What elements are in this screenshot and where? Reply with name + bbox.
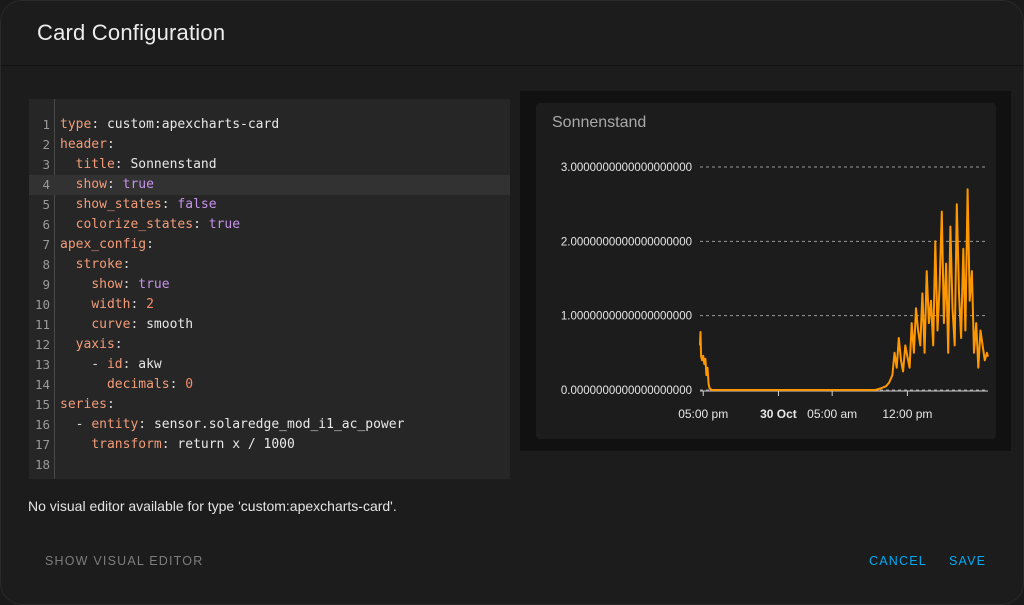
show-visual-editor-button[interactable]: SHOW VISUAL EDITOR [45, 554, 203, 568]
line-number: 15 [34, 397, 50, 412]
code-line[interactable]: 5 show_states: false [29, 195, 510, 215]
code-text[interactable]: show_states: false [60, 195, 217, 215]
apexcharts-card-preview: Sonnenstand 3.0000000000000000000 2.00000… [536, 103, 996, 439]
code-text[interactable]: show: true [60, 175, 154, 195]
code-line[interactable]: 13 - id: akw [29, 355, 510, 375]
line-number: 12 [34, 337, 50, 352]
line-number: 5 [42, 197, 50, 212]
code-line[interactable]: 14 decimals: 0 [29, 375, 510, 395]
code-line[interactable]: 12 yaxis: [29, 335, 510, 355]
code-text[interactable]: - entity: sensor.solaredge_mod_i1_ac_pow… [60, 415, 405, 435]
x-tick-label: 12:00 pm [882, 407, 932, 421]
line-number: 14 [34, 377, 50, 392]
code-text[interactable]: transform: return x / 1000 [60, 435, 295, 455]
code-text[interactable]: header: [60, 135, 115, 155]
code-text[interactable]: apex_config: [60, 235, 154, 255]
card-configuration-dialog: Card Configuration 1 type: custom:apexcha… [0, 0, 1024, 605]
line-number: 18 [34, 457, 50, 472]
code-text[interactable]: yaxis: [60, 335, 123, 355]
code-line[interactable]: 8 stroke: [29, 255, 510, 275]
line-number: 11 [34, 317, 50, 332]
code-text[interactable]: decimals: 0 [60, 375, 193, 395]
line-number: 16 [34, 417, 50, 432]
code-line[interactable]: 1 type: custom:apexcharts-card [29, 115, 510, 135]
code-text[interactable]: curve: smooth [60, 315, 193, 335]
x-tick-label: 05:00 am [807, 407, 857, 421]
code-text[interactable]: show: true [60, 275, 169, 295]
code-line[interactable]: 6 colorize_states: true [29, 215, 510, 235]
line-number: 3 [42, 157, 50, 172]
line-number: 2 [42, 137, 50, 152]
y-tick-label: 1.0000000000000000000 [561, 311, 692, 323]
code-line[interactable]: 11 curve: smooth [29, 315, 510, 335]
dialog-header: Card Configuration [1, 1, 1023, 66]
code-text[interactable]: title: Sonnenstand [60, 155, 217, 175]
code-line[interactable]: 10 width: 2 [29, 295, 510, 315]
save-button[interactable]: SAVE [949, 554, 986, 568]
line-number: 7 [42, 237, 50, 252]
line-number: 17 [34, 437, 50, 452]
code-text[interactable]: - id: akw [60, 355, 161, 375]
x-tick-label: 05:00 pm [678, 407, 728, 421]
code-text[interactable]: colorize_states: true [60, 215, 240, 235]
x-tick-label: 30 Oct [760, 407, 797, 421]
code-line[interactable]: 17 transform: return x / 1000 [29, 435, 510, 455]
y-tick-label: 0.0000000000000000000 [561, 385, 692, 397]
code-line[interactable]: 15 series: [29, 395, 510, 415]
code-line[interactable]: 18 [29, 455, 510, 475]
code-line[interactable]: 16 - entity: sensor.solaredge_mod_i1_ac_… [29, 415, 510, 435]
line-number: 8 [42, 257, 50, 272]
cancel-button[interactable]: CANCEL [869, 554, 927, 568]
y-tick-label: 2.0000000000000000000 [561, 236, 692, 248]
line-number: 10 [34, 297, 50, 312]
dialog-title: Card Configuration [37, 20, 226, 45]
solar-power-chart: 3.0000000000000000000 2.00000000000000000… [561, 162, 989, 421]
code-line[interactable]: 2 header: [29, 135, 510, 155]
code-line[interactable]: 4 show: true [29, 175, 510, 195]
y-tick-label: 3.0000000000000000000 [561, 162, 692, 174]
code-text[interactable]: width: 2 [60, 295, 154, 315]
series-line [699, 188, 989, 391]
code-text[interactable]: stroke: [60, 255, 131, 275]
line-number: 13 [34, 357, 50, 372]
line-number: 4 [42, 177, 50, 192]
code-line[interactable]: 3 title: Sonnenstand [29, 155, 510, 175]
line-number: 1 [42, 117, 50, 132]
yaml-code-editor[interactable]: 1 type: custom:apexcharts-card 2 header: 3 t… [29, 99, 510, 479]
line-number: 9 [42, 277, 50, 292]
code-text[interactable]: series: [60, 395, 115, 415]
code-line[interactable]: 7 apex_config: [29, 235, 510, 255]
no-visual-editor-message: No visual editor available for type 'cus… [28, 498, 397, 514]
line-number: 6 [42, 217, 50, 232]
code-line[interactable]: 9 show: true [29, 275, 510, 295]
code-text[interactable]: type: custom:apexcharts-card [60, 115, 279, 135]
